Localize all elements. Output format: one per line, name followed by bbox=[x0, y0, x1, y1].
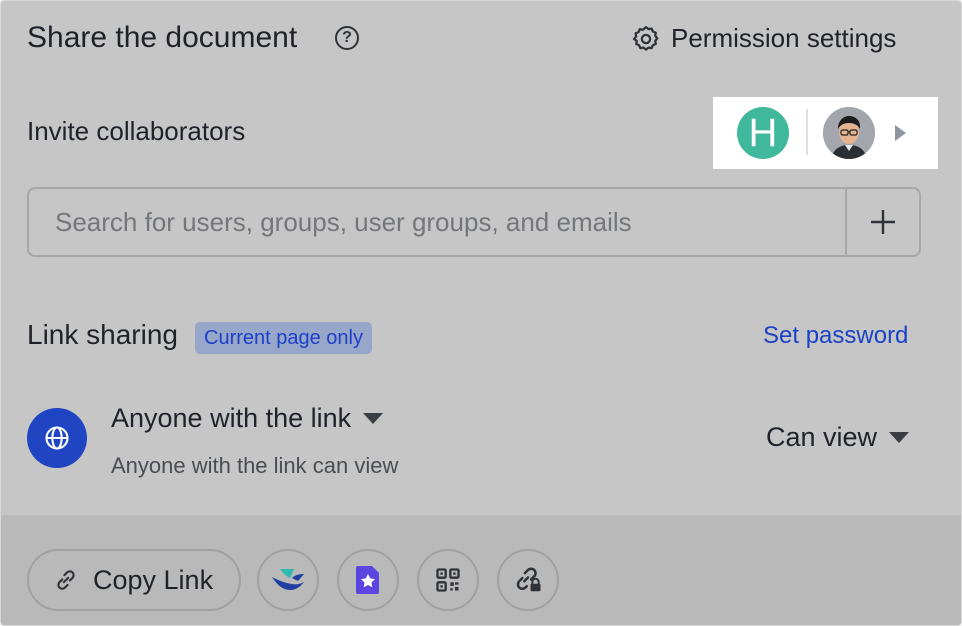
link-lock-icon bbox=[516, 567, 541, 592]
invite-search-box[interactable] bbox=[27, 187, 921, 257]
link-sharing-label: Link sharing bbox=[27, 319, 178, 350]
expand-arrow-icon[interactable] bbox=[895, 125, 906, 141]
avatar-photo[interactable] bbox=[823, 107, 875, 159]
collaborator-avatars[interactable]: H bbox=[713, 97, 938, 169]
invite-search-input[interactable] bbox=[29, 189, 845, 255]
qr-code-icon bbox=[436, 568, 460, 592]
doc-star-icon bbox=[356, 566, 379, 594]
plus-icon bbox=[871, 210, 895, 234]
add-collaborator-button[interactable] bbox=[845, 189, 919, 255]
link-scope-label: Anyone with the link bbox=[111, 403, 352, 433]
link-permission-dropdown[interactable]: Can view bbox=[766, 422, 910, 453]
share-dialog: Share the document ? Permission settings… bbox=[0, 0, 962, 626]
set-password-link[interactable]: Set password bbox=[763, 322, 908, 350]
invite-collaborators-label: Invite collaborators bbox=[27, 116, 246, 146]
dialog-title: Share the document bbox=[27, 21, 298, 54]
copy-link-button[interactable]: Copy Link bbox=[27, 549, 241, 611]
avatar-divider bbox=[806, 109, 808, 155]
qr-code-button[interactable] bbox=[417, 549, 479, 611]
lark-icon bbox=[272, 569, 304, 590]
globe-icon bbox=[27, 408, 87, 468]
scope-badge: Current page only bbox=[195, 322, 372, 354]
share-to-lark-button[interactable] bbox=[257, 549, 319, 611]
link-icon bbox=[57, 570, 75, 590]
gear-icon bbox=[633, 25, 659, 51]
copy-link-label: Copy Link bbox=[93, 564, 214, 595]
link-password-button[interactable] bbox=[497, 549, 559, 611]
link-scope-description: Anyone with the link can view bbox=[111, 453, 399, 478]
chevron-down-icon bbox=[889, 432, 910, 443]
help-icon[interactable]: ? bbox=[335, 26, 359, 50]
avatar-h[interactable]: H bbox=[737, 107, 789, 159]
share-to-doc-button[interactable] bbox=[337, 549, 399, 611]
link-permission-label: Can view bbox=[766, 422, 878, 452]
permission-settings-label: Permission settings bbox=[671, 23, 897, 53]
chevron-down-icon bbox=[363, 413, 384, 424]
permission-settings-button[interactable]: Permission settings bbox=[631, 23, 896, 54]
link-scope-dropdown[interactable]: Anyone with the link bbox=[111, 403, 384, 434]
